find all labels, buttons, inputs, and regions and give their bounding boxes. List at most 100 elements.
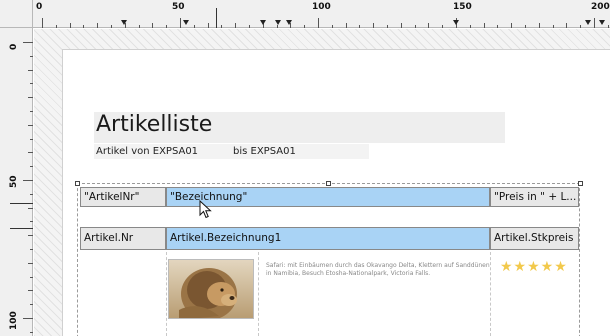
ruler-label-200: 200 — [591, 2, 610, 12]
data-cell-bezeichnung[interactable]: Artikel.Bezeichnung1 — [166, 227, 490, 250]
ruler-tick — [469, 25, 471, 28]
ruler-tick — [30, 331, 33, 333]
ruler-tick — [30, 249, 33, 250]
ruler-tick — [28, 124, 33, 126]
ruler-tick — [552, 25, 554, 28]
ruler-tick — [276, 25, 278, 28]
column-divider — [258, 252, 259, 336]
resize-handle[interactable] — [326, 181, 331, 186]
tab-marker[interactable] — [275, 20, 281, 25]
ruler-label-0: 0 — [36, 2, 43, 12]
tab-marker[interactable] — [585, 20, 591, 25]
ruler-tick — [30, 138, 33, 140]
ruler-tick — [23, 42, 33, 43]
ruler-label-150: 150 — [453, 2, 472, 12]
ruler-tick — [249, 25, 250, 28]
ruler-tick — [28, 290, 33, 292]
ruler-tick — [30, 55, 33, 57]
ruler-label-v0: 0 — [9, 43, 19, 50]
ruler-tick — [387, 25, 388, 28]
ruler-tick — [497, 25, 499, 28]
ruler-guide-line[interactable] — [10, 228, 33, 229]
ruler-tick — [594, 18, 595, 28]
ruler-tick — [28, 69, 33, 71]
ruler-tick — [23, 318, 33, 319]
ruler-tick — [193, 25, 195, 28]
ruler-tick — [30, 111, 33, 112]
ruler-tick — [580, 25, 582, 28]
tab-marker[interactable] — [453, 20, 459, 25]
ruler-tick — [331, 25, 333, 28]
ruler-tick — [28, 262, 33, 264]
ruler-tick — [28, 152, 33, 154]
ruler-tick — [221, 25, 223, 28]
column-divider — [166, 252, 167, 336]
ruler-tick — [525, 25, 526, 28]
ruler-tick — [23, 180, 33, 181]
ruler-tick — [207, 23, 209, 28]
lion-photo[interactable] — [168, 259, 254, 319]
data-cell-stkpreis[interactable]: Artikel.Stkpreis — [490, 227, 579, 250]
ruler-tick — [30, 304, 33, 306]
ruler-tick — [83, 25, 85, 28]
tab-marker[interactable] — [599, 20, 605, 25]
subtitle-from: Artikel von EXPSA01 — [96, 146, 199, 157]
ruler-tick — [442, 25, 444, 28]
ruler-tick — [28, 207, 33, 209]
tab-marker[interactable] — [260, 20, 266, 25]
ruler-tick — [166, 25, 168, 28]
ruler-tick — [318, 18, 319, 28]
ruler-tick — [111, 25, 112, 28]
ruler-tick — [180, 18, 181, 28]
subtitle-to: bis EXPSA01 — [233, 146, 296, 157]
ruler-tick — [538, 23, 540, 28]
ruler-tick — [97, 23, 99, 28]
ruler-tick — [566, 23, 568, 28]
ruler-tick — [30, 276, 33, 278]
vertical-ruler[interactable]: 0 50 100 — [0, 28, 33, 336]
ruler-tick — [28, 97, 33, 99]
ruler-tick — [359, 25, 361, 28]
report-title: Artikelliste — [96, 112, 213, 137]
tab-marker[interactable] — [183, 20, 189, 25]
resize-handle[interactable] — [578, 181, 583, 186]
ruler-tick — [511, 23, 513, 28]
arrow-cursor-icon — [199, 200, 212, 219]
ruler-tick — [69, 23, 71, 28]
header-cell-artikelnr[interactable]: "ArtikelNr" — [80, 187, 166, 207]
ruler-corner — [0, 0, 33, 28]
ruler-label-v50: 50 — [9, 175, 19, 188]
ruler-guide-line[interactable] — [216, 8, 217, 28]
ruler-tick — [235, 23, 237, 28]
ruler-tick — [30, 166, 33, 168]
ruler-tick — [30, 83, 33, 85]
ruler-tick — [138, 25, 140, 28]
ruler-tick — [400, 23, 402, 28]
ruler-tick — [373, 23, 375, 28]
header-cell-bezeichnung[interactable]: "Bezeichnung" — [166, 187, 490, 207]
ruler-label-50: 50 — [172, 2, 185, 12]
article-description: Safari: mit Einbäumen durch das Okavango… — [266, 262, 490, 277]
ruler-tick — [42, 18, 43, 28]
data-cell-artikelnr[interactable]: Artikel.Nr — [80, 227, 166, 250]
ruler-label-v100: 100 — [9, 311, 19, 330]
ruler-tick — [30, 221, 33, 223]
ruler-tick — [28, 235, 33, 237]
ruler-tick — [607, 25, 609, 28]
resize-handle[interactable] — [75, 181, 80, 186]
ruler-tick — [55, 25, 57, 28]
ruler-tick — [345, 23, 347, 28]
ruler-tick — [414, 25, 416, 28]
ruler-tick — [30, 193, 33, 195]
ruler-tick — [428, 23, 430, 28]
tab-marker[interactable] — [286, 20, 292, 25]
horizontal-ruler[interactable]: 0 50 100 150 200 — [33, 0, 610, 28]
ruler-tick — [304, 25, 306, 28]
rating-stars: ★★★★★ — [500, 259, 568, 275]
ruler-label-100: 100 — [312, 2, 331, 12]
ruler-tick — [483, 23, 485, 28]
ruler-guide-line[interactable] — [10, 203, 33, 204]
tab-marker[interactable] — [121, 20, 127, 25]
header-cell-preis[interactable]: "Preis in " + L... — [490, 187, 579, 207]
ruler-tick — [152, 23, 154, 28]
